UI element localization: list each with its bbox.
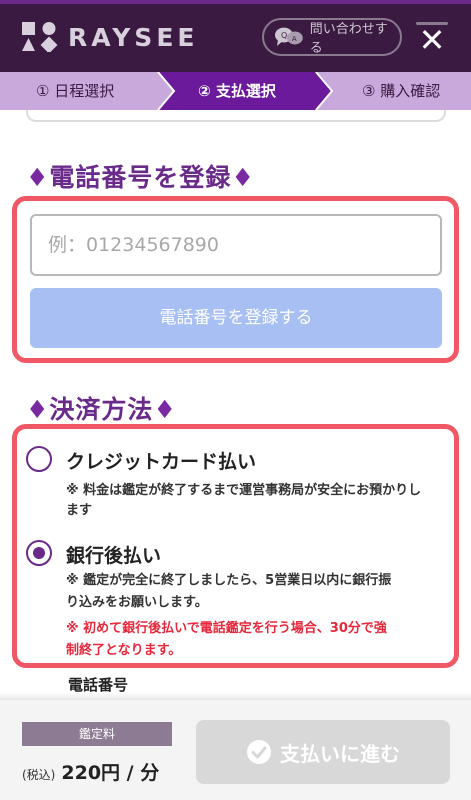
- bank-postpay-warning-line1: ※ 初めて銀行後払いで電話鑑定を行う場合、30分で強: [66, 621, 387, 636]
- diamond-icon: ♦: [231, 163, 255, 192]
- payment-section-heading: ♦決済方法♦: [26, 390, 177, 426]
- step-payment-select: ② 支払選択: [198, 82, 276, 100]
- proceed-to-payment-button[interactable]: 支払いに進む: [196, 720, 450, 784]
- bank-postpay-note-line1: ※ 鑑定が完全に終了しましたら、5営業日以内に銀行振: [66, 573, 392, 588]
- credit-card-note-line2: ます: [66, 503, 93, 518]
- app-header: RAYSEE Q A 問い合わせする ✕: [0, 0, 471, 72]
- diamond-icon: ♦: [26, 395, 50, 424]
- price-per-minute: 220円 / 分: [61, 762, 160, 784]
- bank-postpay-note-line2: り込みをお願いします。: [66, 595, 208, 610]
- pay-button-label: 支払いに進む: [280, 741, 400, 766]
- checkout-footer: 鑑定料 (税込) 220円 / 分 支払いに進む: [0, 700, 471, 800]
- raysee-logo-icon: [22, 22, 58, 52]
- payment-heading-text: 決済方法: [49, 395, 154, 424]
- credit-card-note-line1: ※ 料金は鑑定が終了するまで運営事務局が安全にお預かりし: [66, 483, 422, 498]
- brand-name: RAYSEE: [68, 23, 199, 52]
- credit-card-option-label[interactable]: クレジットカード払い: [66, 447, 256, 474]
- fee-tag: 鑑定料: [22, 722, 172, 746]
- diamond-icon: ♦: [153, 395, 177, 424]
- bank-postpay-option-label[interactable]: 銀行後払い: [66, 541, 161, 568]
- step-date-select: ① 日程選択: [36, 82, 115, 100]
- contact-label: 問い合わせする: [309, 22, 388, 56]
- radio-selected-dot: [33, 547, 45, 559]
- phone-number-input[interactable]: [30, 214, 442, 276]
- bank-postpay-warning-line2: 制終了となります。: [66, 643, 182, 658]
- credit-card-radio[interactable]: [26, 446, 52, 472]
- checkout-steps: ① 日程選択 ② 支払選択 ③ 購入確認: [0, 72, 471, 110]
- header-accent-line: [0, 0, 471, 4]
- chat-bubbles-icon: Q A: [274, 27, 303, 46]
- check-circle-icon: [247, 740, 271, 764]
- contact-button[interactable]: Q A 問い合わせする: [262, 18, 402, 56]
- previous-card-edge: [26, 110, 446, 122]
- bank-postpay-radio[interactable]: [26, 540, 52, 566]
- close-icon: ✕: [418, 21, 446, 59]
- menu-close-button[interactable]: ✕: [414, 20, 450, 59]
- footer-shadow: [0, 692, 471, 700]
- phone-heading-text: 電話番号を登録: [49, 163, 232, 192]
- svg-text:A: A: [292, 35, 297, 43]
- step-purchase-confirm: ③ 購入確認: [362, 82, 441, 100]
- phone-section-heading: ♦電話番号を登録♦: [26, 158, 255, 194]
- fee-price-line: (税込) 220円 / 分: [22, 758, 159, 785]
- svg-text:Q: Q: [281, 31, 287, 40]
- diamond-icon: ♦: [26, 163, 50, 192]
- tax-included-label: (税込): [22, 768, 56, 782]
- register-phone-button[interactable]: 電話番号を登録する: [30, 288, 442, 348]
